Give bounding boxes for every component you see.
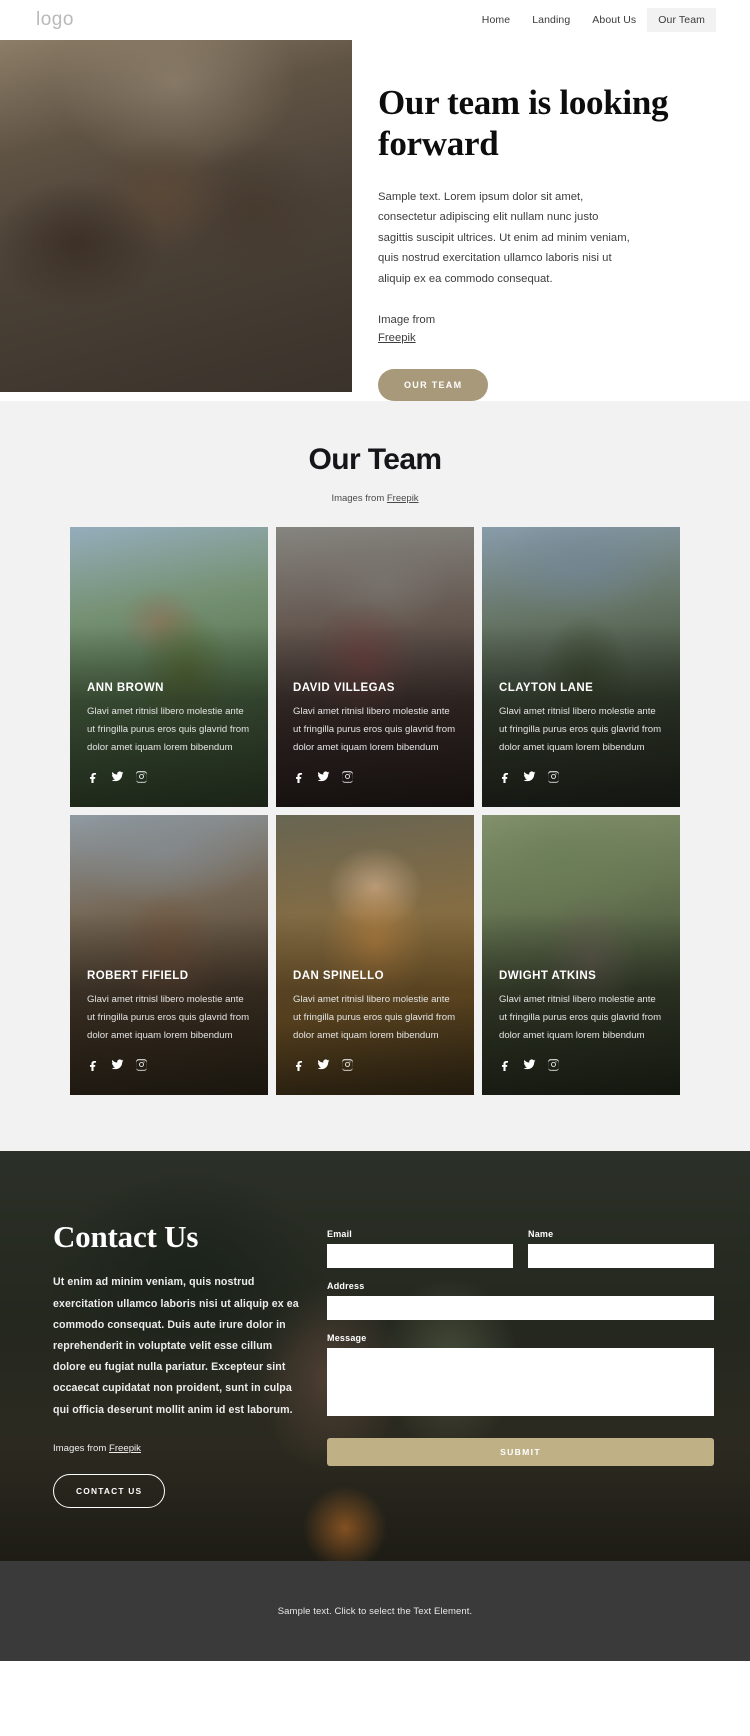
nav-item-home[interactable]: Home	[471, 8, 521, 32]
twitter-icon[interactable]	[111, 770, 124, 783]
twitter-icon[interactable]	[111, 1058, 124, 1071]
team-card[interactable]: DAN SPINELLO Glavi amet ritnisl libero m…	[276, 815, 474, 1096]
address-label: Address	[327, 1281, 365, 1292]
message-label: Message	[327, 1333, 367, 1344]
hero-our-team-button[interactable]: OUR TEAM	[378, 369, 489, 402]
contact-form: Email Name Address Message SUBMIT	[327, 1219, 714, 1507]
team-card[interactable]: CLAYTON LANE Glavi amet ritnisl libero m…	[482, 527, 680, 808]
name-label: Name	[528, 1229, 554, 1240]
team-grid: ANN BROWN Glavi amet ritnisl libero mole…	[70, 527, 680, 1096]
facebook-icon[interactable]	[87, 770, 100, 784]
site-logo[interactable]: logo	[36, 9, 74, 31]
nav-item-our-team[interactable]: Our Team	[647, 8, 716, 32]
hero-credit-label: Image from	[378, 314, 436, 327]
twitter-icon[interactable]	[317, 1058, 330, 1071]
team-member-description: Glavi amet ritnisl libero molestie ante …	[499, 994, 662, 1041]
email-label: Email	[327, 1229, 353, 1240]
contact-credit-prefix: Images from	[53, 1442, 109, 1454]
contact-body-text: Ut enim ad minim veniam, quis nostrud ex…	[53, 1276, 299, 1416]
team-card[interactable]: DWIGHT ATKINS Glavi amet ritnisl libero …	[482, 815, 680, 1096]
nav-item-landing[interactable]: Landing	[521, 8, 581, 32]
email-field[interactable]	[327, 1244, 513, 1269]
message-field[interactable]	[327, 1348, 714, 1417]
twitter-icon[interactable]	[523, 770, 536, 783]
team-member-description: Glavi amet ritnisl libero molestie ante …	[87, 994, 250, 1041]
facebook-icon[interactable]	[499, 770, 512, 784]
team-card[interactable]: DAVID VILLEGAS Glavi amet ritnisl libero…	[276, 527, 474, 808]
team-member-description: Glavi amet ritnisl libero molestie ante …	[293, 994, 456, 1041]
team-subtitle-prefix: Images from	[331, 493, 387, 505]
team-card-content: CLAYTON LANE Glavi amet ritnisl libero m…	[499, 682, 666, 784]
facebook-icon[interactable]	[499, 1058, 512, 1072]
team-card-content: ROBERT FIFIELD Glavi amet ritnisl libero…	[87, 970, 254, 1072]
team-member-name: CLAYTON LANE	[499, 682, 594, 695]
contact-title: Contact Us	[53, 1219, 199, 1255]
team-member-name: ROBERT FIFIELD	[87, 970, 189, 983]
contact-section: Contact Us Ut enim ad minim veniam, quis…	[0, 1151, 750, 1562]
hero-body-text: Sample text. Lorem ipsum dolor sit amet,…	[378, 190, 630, 285]
team-member-social-links	[293, 770, 460, 784]
team-member-social-links	[293, 1058, 460, 1072]
instagram-icon[interactable]	[341, 770, 354, 784]
footer-text[interactable]: Sample text. Click to select the Text El…	[278, 1606, 473, 1617]
instagram-icon[interactable]	[135, 1058, 148, 1072]
hero-image-credit: Image from Freepik	[378, 311, 692, 347]
contact-image-credit: Images from Freepik	[53, 1443, 303, 1454]
hero-text-block: Our team is looking forward Sample text.…	[352, 40, 750, 402]
team-member-description: Glavi amet ritnisl libero molestie ante …	[87, 706, 250, 753]
team-member-name: DAVID VILLEGAS	[293, 682, 395, 695]
team-subtitle-link[interactable]: Freepik	[387, 493, 419, 504]
instagram-icon[interactable]	[135, 770, 148, 784]
nav-item-about-us[interactable]: About Us	[581, 8, 647, 32]
address-field[interactable]	[327, 1296, 714, 1321]
instagram-icon[interactable]	[547, 1058, 560, 1072]
hero-section: Our team is looking forward Sample text.…	[0, 40, 750, 402]
hero-image	[0, 40, 352, 392]
team-card[interactable]: ANN BROWN Glavi amet ritnisl libero mole…	[70, 527, 268, 808]
instagram-icon[interactable]	[547, 770, 560, 784]
form-row-email-name: Email Name	[327, 1229, 714, 1281]
team-member-description: Glavi amet ritnisl libero molestie ante …	[499, 706, 662, 753]
contact-left-column: Contact Us Ut enim ad minim veniam, quis…	[53, 1219, 303, 1508]
instagram-icon[interactable]	[341, 1058, 354, 1072]
form-group-name: Name	[528, 1229, 714, 1269]
team-member-name: DWIGHT ATKINS	[499, 970, 597, 983]
team-member-name: ANN BROWN	[87, 682, 164, 695]
hero-photo-group-of-men	[0, 40, 352, 392]
facebook-icon[interactable]	[293, 1058, 306, 1072]
site-footer: Sample text. Click to select the Text El…	[0, 1561, 750, 1662]
team-card[interactable]: ROBERT FIFIELD Glavi amet ritnisl libero…	[70, 815, 268, 1096]
hero-title: Our team is looking forward	[378, 83, 669, 164]
submit-button[interactable]: SUBMIT	[327, 1438, 714, 1467]
form-group-address: Address	[327, 1281, 714, 1321]
team-member-social-links	[499, 1058, 666, 1072]
team-subtitle: Images from Freepik	[0, 493, 750, 504]
contact-content: Contact Us Ut enim ad minim veniam, quis…	[0, 1151, 750, 1508]
team-member-social-links	[87, 770, 254, 784]
contact-credit-link[interactable]: Freepik	[109, 1443, 141, 1454]
team-card-content: DAN SPINELLO Glavi amet ritnisl libero m…	[293, 970, 460, 1072]
page-root: logo Home Landing About Us Our Team Our …	[0, 0, 750, 1662]
team-card-content: DAVID VILLEGAS Glavi amet ritnisl libero…	[293, 682, 460, 784]
form-group-message: Message	[327, 1333, 714, 1421]
team-member-description: Glavi amet ritnisl libero molestie ante …	[293, 706, 456, 753]
team-card-content: ANN BROWN Glavi amet ritnisl libero mole…	[87, 682, 254, 784]
contact-us-button[interactable]: CONTACT US	[53, 1473, 166, 1508]
team-card-content: DWIGHT ATKINS Glavi amet ritnisl libero …	[499, 970, 666, 1072]
team-member-name: DAN SPINELLO	[293, 970, 385, 983]
twitter-icon[interactable]	[523, 1058, 536, 1071]
team-member-social-links	[87, 1058, 254, 1072]
main-navigation: Home Landing About Us Our Team	[471, 8, 716, 32]
team-section: Our Team Images from Freepik ANN BROWN G…	[0, 401, 750, 1152]
team-member-social-links	[499, 770, 666, 784]
facebook-icon[interactable]	[87, 1058, 100, 1072]
hero-credit-link[interactable]: Freepik	[378, 332, 416, 344]
twitter-icon[interactable]	[317, 770, 330, 783]
form-group-email: Email	[327, 1229, 513, 1269]
facebook-icon[interactable]	[293, 770, 306, 784]
name-field[interactable]	[528, 1244, 714, 1269]
team-heading: Our Team	[308, 443, 442, 477]
site-header: logo Home Landing About Us Our Team	[0, 0, 750, 40]
